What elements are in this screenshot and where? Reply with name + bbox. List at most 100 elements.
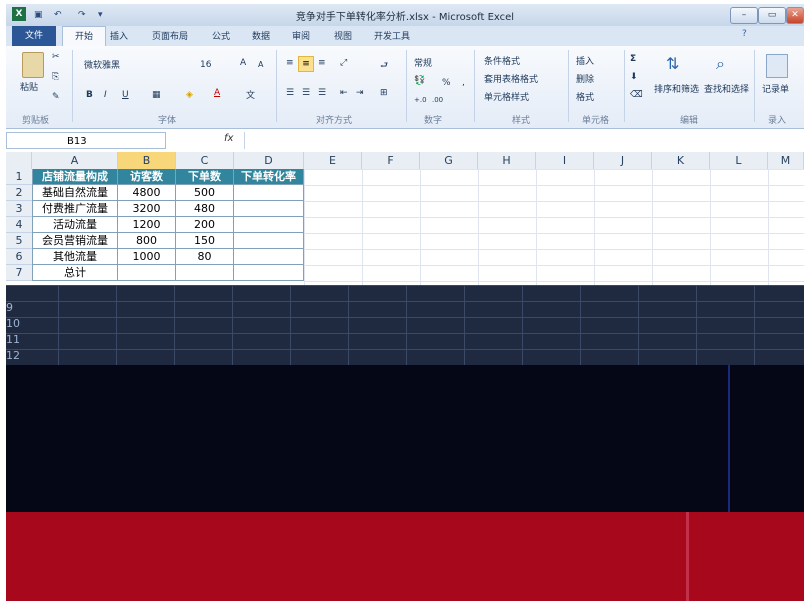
col-header-b[interactable]: B [118,152,176,169]
row-header-7[interactable]: 7 [6,265,32,281]
table-cell[interactable]: 480 [176,201,234,217]
wrap-text-icon[interactable]: ⮐ [380,58,388,74]
col-header-i[interactable]: I [536,152,594,169]
insert-cells-button[interactable]: 插入 [576,54,594,67]
col-header-j[interactable]: J [594,152,652,169]
col-header-a[interactable]: A [32,152,118,169]
increase-indent-icon[interactable]: ⇥ [356,88,364,98]
table-cell[interactable] [234,265,304,281]
tab-review[interactable]: 审阅 [292,29,310,42]
table-cell[interactable] [234,201,304,217]
underline-button[interactable]: U [122,90,129,100]
table-cell[interactable]: 付费推广流量 [32,201,118,217]
grow-font-icon[interactable]: A [240,58,246,68]
format-painter-icon[interactable]: ✎ [52,92,60,102]
col-header-e[interactable]: E [304,152,362,169]
delete-cells-button[interactable]: 删除 [576,72,594,85]
table-header-cell[interactable]: 店铺流量构成 [32,169,118,185]
font-size-select[interactable]: 16 [200,60,211,70]
name-box[interactable]: B13 [6,132,166,149]
table-cell[interactable] [234,217,304,233]
close-button[interactable]: ✕ [786,7,804,24]
table-cell[interactable]: 500 [176,185,234,201]
font-color-icon[interactable]: A [214,88,220,98]
currency-icon[interactable]: 💱 [414,76,425,86]
font-name-select[interactable]: 微软雅黑 [84,58,120,71]
autosum-icon[interactable]: Σ [630,54,636,64]
table-cell[interactable] [118,265,176,281]
number-format-select[interactable]: 常规 [414,56,432,69]
row-header-1[interactable]: 1 [6,169,32,185]
decrease-decimal-icon[interactable]: .00 [432,96,443,104]
fill-icon[interactable]: ⬇ [630,72,638,82]
copy-icon[interactable]: ⎘ [52,72,59,82]
table-cell[interactable]: 基础自然流量 [32,185,118,201]
select-all-corner[interactable] [6,152,32,169]
table-format-button[interactable]: 套用表格格式 [484,72,538,85]
cell-styles-button[interactable]: 单元格样式 [484,90,529,103]
paste-icon[interactable] [22,52,44,78]
sort-filter-button[interactable]: 排序和筛选 [654,82,699,95]
row-header-2[interactable]: 2 [6,185,32,201]
tab-page-layout[interactable]: 页面布局 [152,29,188,42]
tab-file[interactable]: 文件 [12,26,56,46]
bold-button[interactable]: B [86,90,93,100]
table-cell[interactable]: 800 [118,233,176,249]
help-icon[interactable]: ? [742,29,747,39]
increase-decimal-icon[interactable]: +.0 [414,96,427,104]
restore-button[interactable]: ▭ [758,7,786,24]
table-cell[interactable]: 1000 [118,249,176,265]
find-select-button[interactable]: 查找和选择 [704,82,749,95]
tab-data[interactable]: 数据 [252,29,270,42]
table-cell[interactable]: 1200 [118,217,176,233]
align-right-icon[interactable]: ☰ [318,88,326,98]
phonetic-icon[interactable]: 文 [246,88,255,101]
table-cell[interactable] [234,185,304,201]
align-bottom-icon[interactable]: ≡ [318,58,326,68]
table-cell[interactable]: 200 [176,217,234,233]
table-header-cell[interactable]: 访客数 [118,169,176,185]
col-header-l[interactable]: L [710,152,768,169]
fx-button[interactable]: fx [224,133,233,144]
table-cell[interactable] [234,233,304,249]
tab-view[interactable]: 视图 [334,29,352,42]
table-cell[interactable]: 活动流量 [32,217,118,233]
col-header-g[interactable]: G [420,152,478,169]
format-cells-button[interactable]: 格式 [576,90,594,103]
col-header-k[interactable]: K [652,152,710,169]
table-cell[interactable]: 会员营销流量 [32,233,118,249]
table-cell[interactable]: 其他流量 [32,249,118,265]
align-center-icon[interactable]: ☰ [302,88,310,98]
clear-icon[interactable]: ⌫ [630,90,643,100]
table-cell[interactable]: 总计 [32,265,118,281]
comma-button[interactable]: , [462,78,465,88]
tab-developer[interactable]: 开发工具 [374,29,410,42]
align-middle-icon[interactable]: ≡ [298,56,314,72]
sort-filter-icon[interactable]: ⇅ [666,54,679,73]
paste-button[interactable]: 粘贴 [20,80,38,93]
col-header-d[interactable]: D [234,152,304,169]
record-form-icon[interactable] [766,54,788,78]
align-left-icon[interactable]: ☰ [286,88,294,98]
orientation-icon[interactable]: ⤢ [340,58,347,68]
col-header-m[interactable]: M [768,152,804,169]
shrink-font-icon[interactable]: A [258,60,263,69]
decrease-indent-icon[interactable]: ⇤ [340,88,348,98]
table-cell[interactable]: 150 [176,233,234,249]
table-cell[interactable]: 4800 [118,185,176,201]
col-header-c[interactable]: C [176,152,234,169]
row-header-3[interactable]: 3 [6,201,32,217]
conditional-format-button[interactable]: 条件格式 [484,54,520,67]
table-header-cell[interactable]: 下单转化率 [234,169,304,185]
table-header-cell[interactable]: 下单数 [176,169,234,185]
minimize-button[interactable]: – [730,7,758,24]
border-icon[interactable]: ▦ [152,90,161,100]
formula-input[interactable] [244,132,793,149]
tab-home[interactable]: 开始 [62,26,106,47]
table-cell[interactable] [176,265,234,281]
record-form-button[interactable]: 记录单 [762,82,789,95]
percent-button[interactable]: % [442,78,451,88]
align-top-icon[interactable]: ≡ [286,58,294,68]
empty-grid-area[interactable] [304,169,804,285]
find-select-icon[interactable]: ⌕ [716,54,725,74]
